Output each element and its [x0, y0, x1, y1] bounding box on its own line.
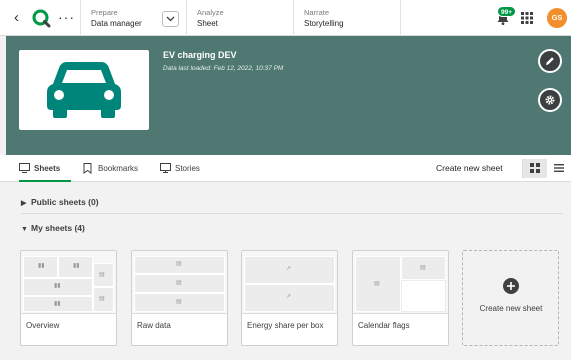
sheet-preview: ▤ ▤ ▤	[132, 251, 227, 314]
sheet-name: Energy share per box	[247, 321, 324, 330]
bar-chart-icon: ▮▮	[54, 283, 61, 289]
nav-category: Narrate	[304, 8, 330, 17]
prepare-dropdown-button[interactable]	[162, 11, 179, 27]
line-chart-icon: ↗	[286, 294, 292, 300]
bar-chart-icon: ▮▮	[38, 263, 45, 269]
bar-chart-icon: ▮▮	[73, 263, 80, 269]
nav-category: Analyze	[197, 8, 224, 17]
more-icon[interactable]: ···	[58, 8, 75, 26]
caret-down-icon: ▼	[21, 226, 28, 233]
nav-analyze[interactable]: Analyze Sheet	[197, 8, 224, 29]
nav-separator	[186, 0, 187, 36]
section-label: Public sheets (0)	[31, 197, 99, 207]
tab-label: Bookmarks	[98, 164, 139, 173]
user-avatar[interactable]: GS	[547, 8, 567, 28]
nav-separator	[293, 0, 294, 36]
grid-view-icon	[530, 163, 540, 173]
sheets-icon	[19, 163, 30, 173]
edit-button[interactable]	[538, 49, 562, 73]
apps-grid-icon[interactable]	[521, 12, 533, 24]
tab-label: Sheets	[34, 164, 61, 173]
app-title: EV charging DEV	[163, 50, 237, 60]
tab-bar: Sheets Bookmarks Stories Create new shee…	[0, 155, 571, 182]
pencil-icon	[546, 57, 554, 65]
car-icon	[47, 62, 121, 118]
settings-button[interactable]	[538, 88, 562, 112]
tab-sheets[interactable]: Sheets	[19, 155, 71, 182]
sheet-name: Overview	[26, 321, 60, 330]
create-new-sheet-card[interactable]: Create new sheet	[462, 250, 559, 346]
gear-icon	[545, 95, 555, 105]
sheet-name: Calendar flags	[358, 321, 410, 330]
table-icon: ▤	[176, 261, 182, 267]
my-sheets-toggle[interactable]: ▼ My sheets (4)	[21, 223, 85, 233]
create-new-sheet-label: Create new sheet	[479, 304, 543, 313]
tab-stories[interactable]: Stories	[160, 155, 200, 182]
tab-bookmarks[interactable]: Bookmarks	[83, 155, 138, 182]
list-view-button[interactable]	[547, 159, 571, 178]
section-divider	[21, 213, 563, 214]
sheet-card-calendar-flags[interactable]: ▤ ▤ Calendar flags	[352, 250, 449, 346]
table-icon: ▤	[176, 299, 182, 305]
back-icon[interactable]: ‹	[14, 9, 19, 27]
table-icon: ▤	[176, 280, 182, 286]
bookmark-icon	[83, 163, 92, 174]
sheet-preview: ▤ ▤	[353, 251, 448, 314]
nav-category: Prepare	[91, 8, 118, 17]
nav-value: Data manager	[91, 19, 142, 28]
list-view-icon	[554, 164, 564, 172]
plus-icon	[503, 278, 519, 294]
sheet-card-energy-share-per-box[interactable]: ↗ ↗ Energy share per box	[241, 250, 338, 346]
section-label: My sheets (4)	[31, 223, 85, 233]
top-bar: ‹ ··· Prepare Data manager Analyze Sheet…	[0, 0, 571, 36]
sheet-card-overview[interactable]: ▮▮ ▮▮ ▮▮ ▮▮ ▤ ▤ Overview	[20, 250, 117, 346]
nav-narrate[interactable]: Narrate Storytelling	[304, 8, 344, 29]
preview-tile-empty	[401, 280, 446, 312]
app-header: EV charging DEV Data last loaded: Feb 12…	[6, 36, 571, 155]
notification-badge: 99+	[497, 6, 517, 17]
table-icon: ▤	[99, 296, 105, 302]
bar-chart-icon: ▮▮	[54, 301, 61, 307]
create-new-sheet-link[interactable]: Create new sheet	[436, 155, 503, 182]
story-icon	[160, 163, 171, 173]
public-sheets-toggle[interactable]: ▶ Public sheets (0)	[21, 197, 99, 207]
view-toggle	[522, 159, 570, 178]
caret-right-icon: ▶	[21, 200, 27, 207]
grid-view-button[interactable]	[523, 159, 547, 178]
table-icon: ▤	[420, 265, 426, 271]
data-last-loaded: Data last loaded: Feb 12, 2022, 10:37 PM	[163, 65, 284, 72]
sheet-preview: ▮▮ ▮▮ ▮▮ ▮▮ ▤ ▤	[21, 251, 116, 314]
sheet-card-raw-data[interactable]: ▤ ▤ ▤ Raw data	[131, 250, 228, 346]
table-icon: ▤	[99, 272, 105, 278]
nav-value: Storytelling	[304, 19, 344, 28]
app-thumbnail	[19, 50, 149, 130]
nav-separator	[400, 0, 401, 36]
sheet-preview: ↗ ↗	[242, 251, 337, 314]
chevron-down-icon	[166, 16, 175, 22]
tab-label: Stories	[175, 164, 200, 173]
line-chart-icon: ↗	[286, 266, 292, 272]
nav-prepare[interactable]: Prepare Data manager	[91, 8, 142, 29]
sheet-name: Raw data	[137, 321, 171, 330]
qlik-logo-icon[interactable]	[31, 8, 51, 28]
table-icon: ▤	[374, 281, 380, 287]
nav-value: Sheet	[197, 19, 218, 28]
nav-separator	[80, 0, 81, 36]
